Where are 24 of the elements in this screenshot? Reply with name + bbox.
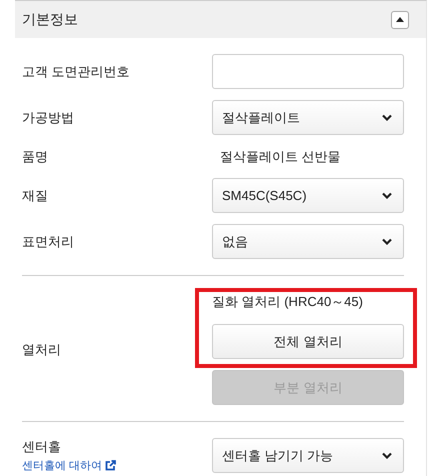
field-label: 센터홀 — [22, 438, 62, 456]
section-title: 기본정보 — [22, 10, 78, 28]
external-link-icon — [105, 460, 116, 471]
dropdown[interactable]: SM45C(S45C) — [212, 178, 404, 213]
chevron-down-icon — [382, 452, 392, 459]
heat-treatment-value: 질화 열처리 (HRC40～45) — [212, 294, 364, 310]
chevron-down-icon — [382, 238, 392, 245]
dropdown[interactable]: 절삭플레이트 — [212, 100, 404, 135]
field-label: 재질 — [22, 186, 49, 204]
collapse-button[interactable] — [391, 10, 409, 28]
triangle-up-icon — [396, 17, 404, 22]
field-value: 절삭플레이트 선반물 — [219, 148, 342, 166]
field-label: 가공방법 — [22, 108, 75, 126]
dropdown[interactable]: 없음 — [212, 224, 404, 259]
field-label: 품명 — [22, 148, 49, 166]
field-label: 표면처리 — [22, 232, 75, 250]
field-label: 고객 도면관리번호 — [22, 62, 131, 80]
text-input[interactable] — [212, 54, 404, 89]
chevron-down-icon — [382, 192, 392, 199]
chevron-down-icon — [382, 114, 392, 121]
field-label: 열처리 — [22, 341, 62, 359]
help-link[interactable]: 센터홀에 대하여 — [22, 458, 212, 473]
action-button[interactable]: 전체 열처리 — [212, 324, 404, 359]
dropdown[interactable]: 센터홀 남기기 가능 — [212, 438, 404, 473]
